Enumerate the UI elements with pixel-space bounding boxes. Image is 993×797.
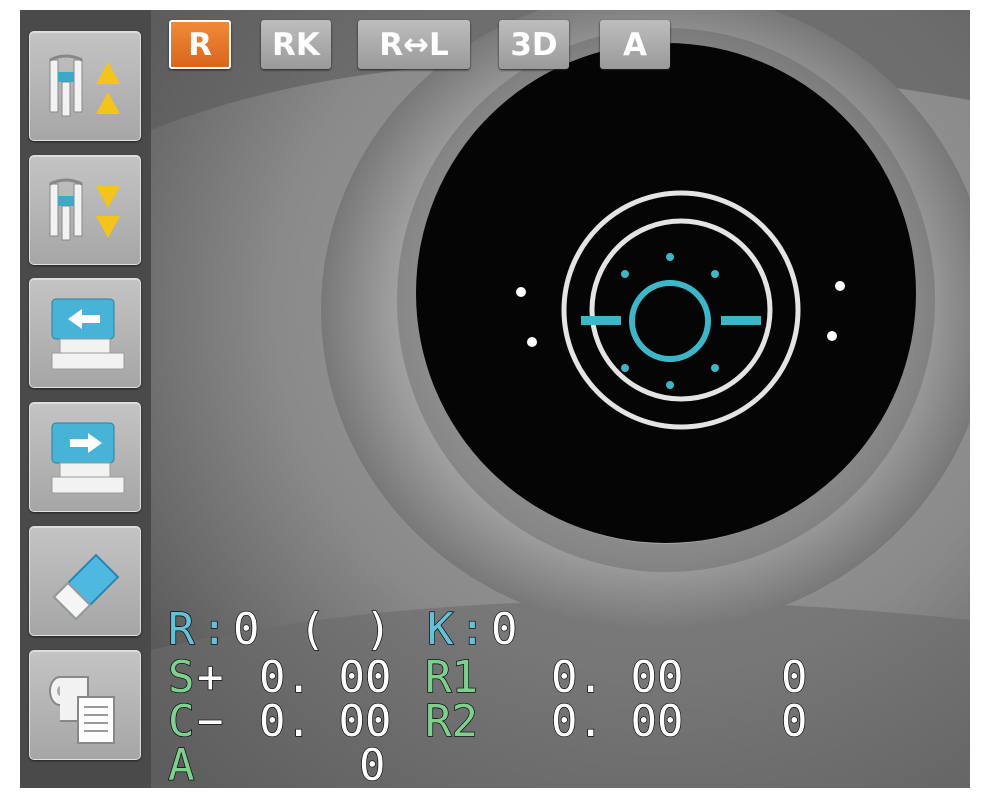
eye-camera-view: R RK R↔L 3D A R : 0 ( ) K : 0 S + 0. 00 … bbox=[151, 10, 970, 788]
chinrest-down-button[interactable] bbox=[29, 155, 141, 265]
c-value: 0. 00 bbox=[258, 696, 392, 747]
eraser-icon bbox=[52, 553, 120, 621]
move-head-right-button[interactable] bbox=[29, 402, 141, 512]
mode-r-l-button[interactable]: R↔L bbox=[358, 20, 470, 69]
move-head-left-icon bbox=[51, 298, 125, 370]
s-sign: + bbox=[196, 652, 224, 703]
a-value: 0 bbox=[358, 740, 386, 788]
r1-label: R1 bbox=[424, 652, 478, 703]
device-screen: R RK R↔L 3D A R : 0 ( ) K : 0 S + 0. 00 … bbox=[20, 10, 970, 788]
move-head-right-icon bbox=[51, 422, 125, 494]
k-colon: : bbox=[458, 604, 486, 655]
eraser-button[interactable] bbox=[29, 526, 141, 636]
print-icon bbox=[49, 676, 115, 744]
r1-value: 0. 00 bbox=[550, 652, 684, 703]
r2-value: 0. 00 bbox=[550, 696, 684, 747]
r2-label: R2 bbox=[424, 696, 478, 747]
r-paren-open: ( bbox=[298, 604, 326, 655]
c-sign: − bbox=[196, 696, 224, 747]
k-value: 0 bbox=[490, 604, 518, 655]
r-colon: : bbox=[200, 604, 228, 655]
r2-axis: 0 bbox=[780, 696, 808, 747]
s-label: S bbox=[167, 652, 195, 703]
chinrest-up-button[interactable] bbox=[29, 31, 141, 141]
move-head-left-button[interactable] bbox=[29, 278, 141, 388]
r-value: 0 bbox=[232, 604, 260, 655]
mode-3d-button[interactable]: 3D bbox=[499, 20, 569, 69]
c-label: C bbox=[167, 696, 195, 747]
a-label: A bbox=[167, 740, 195, 788]
s-value: 0. 00 bbox=[258, 652, 392, 703]
r1-axis: 0 bbox=[780, 652, 808, 703]
chinrest-up-icon bbox=[49, 54, 120, 117]
mode-r-button[interactable]: R bbox=[169, 20, 231, 69]
k-label: K bbox=[426, 604, 454, 655]
r-label: R bbox=[167, 604, 195, 655]
mode-a-button[interactable]: A bbox=[600, 20, 670, 69]
sidebar bbox=[20, 10, 151, 788]
mode-rk-button[interactable]: RK bbox=[261, 20, 331, 69]
print-button[interactable] bbox=[29, 650, 141, 760]
chinrest-down-icon bbox=[49, 178, 120, 241]
r-paren-close: ) bbox=[364, 604, 392, 655]
